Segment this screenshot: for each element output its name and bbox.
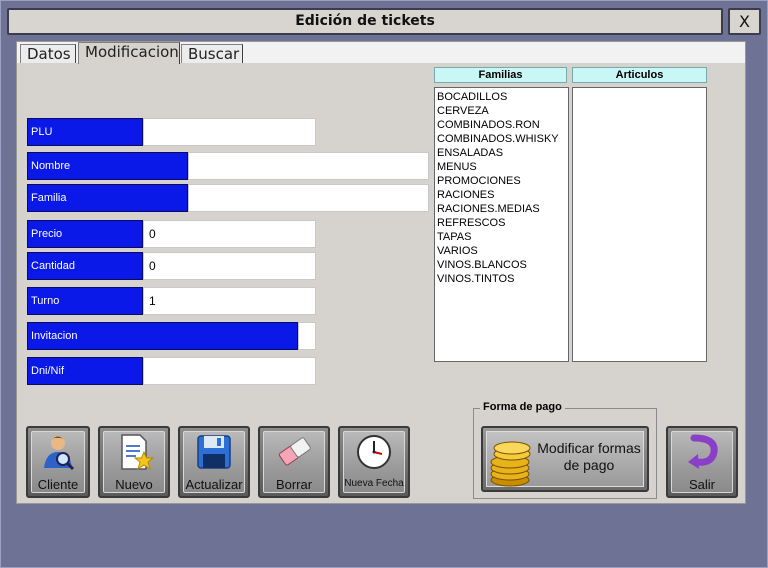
- exit-arrow-icon: [688, 434, 718, 469]
- list-item[interactable]: COMBINADOS.RON: [437, 118, 566, 132]
- close-button[interactable]: X: [728, 8, 761, 35]
- borrar-button[interactable]: Borrar: [258, 426, 330, 498]
- nombre-input[interactable]: [188, 152, 429, 180]
- invitacion-field: Invitacion: [27, 322, 317, 350]
- nombre-field: Nombre: [27, 152, 429, 180]
- main-panel: Datos Modificacion Buscar PLU Nombre Fam…: [16, 41, 746, 504]
- list-item[interactable]: RACIONES.MEDIAS: [437, 202, 566, 216]
- cliente-button[interactable]: Cliente: [26, 426, 90, 498]
- forma-pago-title: Forma de pago: [480, 401, 565, 413]
- list-item[interactable]: VINOS.BLANCOS: [437, 258, 566, 272]
- tab-strip: Datos Modificacion Buscar: [17, 42, 745, 64]
- new-document-icon: [121, 434, 154, 471]
- nueva-fecha-label: Nueva Fecha: [344, 478, 404, 489]
- modificar-formas-pago-label: Modificar formas de pago: [537, 440, 641, 473]
- familia-input[interactable]: [188, 184, 429, 212]
- salir-label: Salir: [688, 477, 715, 492]
- nueva-fecha-button[interactable]: Nueva Fecha: [338, 426, 410, 498]
- familia-label: Familia: [27, 184, 188, 212]
- precio-field: Precio 0: [27, 220, 317, 248]
- user-search-icon: [44, 436, 75, 471]
- app-window: Edición de tickets X Datos Modificacion …: [0, 0, 768, 568]
- nombre-label: Nombre: [27, 152, 188, 180]
- window-title: Edición de tickets: [295, 13, 435, 29]
- plu-label: PLU: [27, 118, 143, 146]
- list-item[interactable]: CERVEZA: [437, 104, 566, 118]
- list-item[interactable]: VINOS.TINTOS: [437, 272, 566, 286]
- borrar-label: Borrar: [275, 477, 313, 492]
- eraser-icon: [278, 437, 311, 466]
- nuevo-button[interactable]: Nuevo: [98, 426, 170, 498]
- cliente-label: Cliente: [37, 477, 79, 492]
- list-item[interactable]: ENSALADAS: [437, 146, 566, 160]
- precio-input[interactable]: 0: [143, 220, 316, 248]
- actualizar-button[interactable]: Actualizar: [178, 426, 250, 498]
- turno-field: Turno 1: [27, 287, 317, 315]
- list-item[interactable]: PROMOCIONES: [437, 174, 566, 188]
- articulos-list[interactable]: [572, 87, 707, 362]
- list-item[interactable]: RACIONES: [437, 188, 566, 202]
- modificar-formas-pago-button[interactable]: Modificar formas de pago: [481, 426, 649, 492]
- actualizar-label: Actualizar: [185, 477, 243, 492]
- invitacion-input[interactable]: [298, 322, 316, 350]
- plu-field: PLU: [27, 118, 317, 146]
- list-item[interactable]: VARIOS: [437, 244, 566, 258]
- tab-modificacion[interactable]: Modificacion: [78, 42, 180, 64]
- dni-label: Dni/Nif: [27, 357, 143, 385]
- nuevo-label: Nuevo: [115, 477, 153, 492]
- salir-button[interactable]: Salir: [666, 426, 738, 498]
- articulos-header: Articulos: [572, 67, 707, 83]
- list-item[interactable]: REFRESCOS: [437, 216, 566, 230]
- familias-list[interactable]: BOCADILLOS CERVEZA COMBINADOS.RON COMBIN…: [434, 87, 569, 362]
- turno-label: Turno: [27, 287, 143, 315]
- tab-datos[interactable]: Datos: [20, 44, 76, 63]
- list-item[interactable]: COMBINADOS.WHISKY: [437, 132, 566, 146]
- tab-buscar[interactable]: Buscar: [181, 44, 243, 63]
- turno-input[interactable]: 1: [143, 287, 316, 315]
- dni-input[interactable]: [143, 357, 316, 385]
- save-disk-icon: [197, 435, 231, 469]
- cantidad-input[interactable]: 0: [143, 252, 316, 280]
- title-bar: Edición de tickets: [7, 8, 723, 35]
- familia-field: Familia: [27, 184, 429, 212]
- dni-field: Dni/Nif: [27, 357, 317, 385]
- invitacion-label: Invitacion: [27, 322, 298, 350]
- familias-header: Familias: [434, 67, 567, 83]
- list-item[interactable]: TAPAS: [437, 230, 566, 244]
- plu-input[interactable]: [143, 118, 316, 146]
- list-item[interactable]: MENUS: [437, 160, 566, 174]
- clock-icon: [357, 435, 391, 469]
- cantidad-field: Cantidad 0: [27, 252, 317, 280]
- list-item[interactable]: BOCADILLOS: [437, 90, 566, 104]
- coins-icon: [490, 441, 531, 487]
- precio-label: Precio: [27, 220, 143, 248]
- cantidad-label: Cantidad: [27, 252, 143, 280]
